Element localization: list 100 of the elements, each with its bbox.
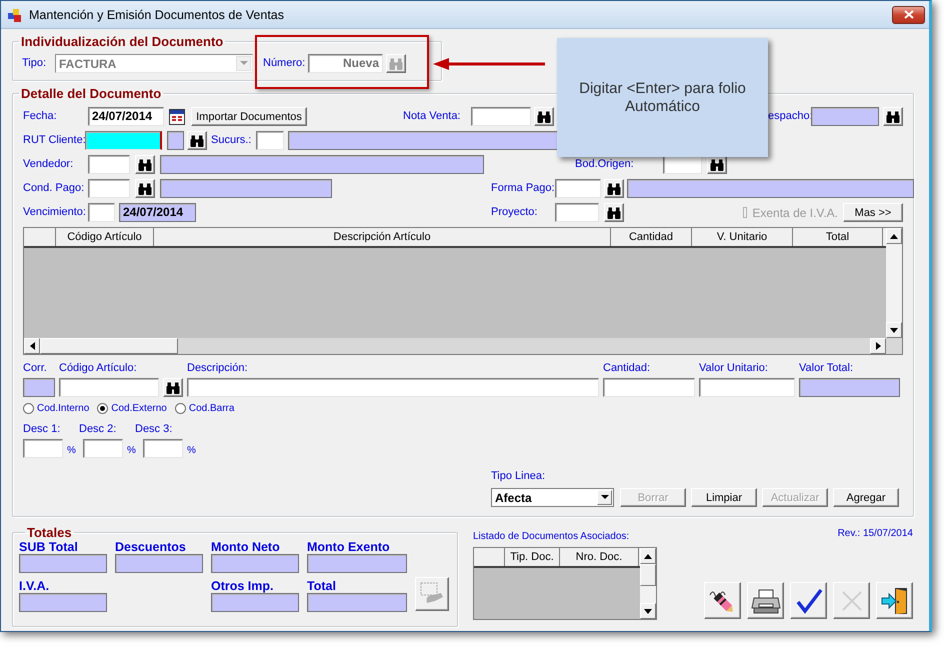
binoculars-icon [166,382,180,394]
close-icon [904,10,914,19]
window-title: Mantención y Emisión Documentos de Ventas [29,8,284,22]
up-arrow-icon [890,234,898,238]
input-field[interactable] [160,155,484,174]
field-label: Nota Venta: [403,109,462,124]
binoculars-icon [389,58,403,70]
group-title: Detalle del Documento [20,86,162,101]
input-field[interactable] [59,378,159,397]
binoculars-icon [138,182,152,194]
down-arrow-icon [644,608,652,614]
input-field[interactable] [85,131,162,150]
number-field[interactable]: Nueva [308,54,383,73]
binoculars-icon [537,110,551,122]
input-field[interactable] [83,439,123,458]
binoculars-icon [607,182,621,194]
calendar-button[interactable] [168,107,186,126]
input-field[interactable] [23,378,55,397]
input-field[interactable]: 24/07/2014 [119,203,196,222]
field-label: Cantidad: [603,361,652,376]
toolbar-button[interactable] [876,582,913,619]
list-title: Listado de Documentos Asociados: [473,531,630,544]
binoculars-icon [190,134,204,146]
total-label: Monto Neto [211,540,281,554]
lookup-button[interactable] [187,131,207,150]
input-field[interactable] [88,203,115,222]
field-label: Bod.Origen: [575,157,635,172]
binoculars-icon [710,158,724,170]
checkbox-label: Exenta de I.V.A. [752,206,838,220]
input-field[interactable] [603,378,695,397]
field-label: Valor Total: [799,361,854,376]
column-header: Tip. Doc. [505,548,560,566]
field-label: Desc 1: [23,422,62,437]
field-label: Código Artículo: [59,361,138,376]
radio-button[interactable] [23,402,34,414]
field-label: RUT Cliente: [23,133,84,148]
horizontal-scrollbar[interactable] [24,338,886,354]
line-type-dropdown[interactable]: Afecta [491,488,614,507]
field-label: Proyecto: [491,205,538,220]
input-field[interactable] [288,131,558,150]
input-field[interactable] [471,107,531,126]
radio-label: Cod.Barra [188,402,234,414]
total-label: Descuentos [115,540,187,554]
input-field[interactable] [23,439,63,458]
input-field[interactable] [167,131,184,150]
toolbar-button[interactable] [790,582,827,619]
lookup-button[interactable] [604,203,624,222]
calendar-icon [169,108,185,124]
field-label: Vencimiento: [23,205,85,220]
field-label: espacho: [768,109,810,124]
toolbar-button[interactable] [747,582,784,619]
input-field[interactable] [143,439,183,458]
command-button[interactable]: Importar Documentos [191,107,307,126]
command-button[interactable]: Limpiar [691,488,757,507]
input-field[interactable] [627,179,914,198]
radio-button[interactable] [174,402,186,414]
percent-label: % [67,444,77,458]
input-field[interactable] [799,378,900,397]
lookup-button[interactable] [163,378,183,397]
field-label: Valor Unitario: [699,361,769,376]
input-field[interactable]: 24/07/2014 [88,107,164,126]
input-field[interactable] [187,378,599,397]
radio-button[interactable] [97,402,108,414]
percent-label: % [187,444,197,458]
close-button[interactable] [892,6,925,24]
lookup-button[interactable] [135,179,155,198]
lookup-button[interactable] [604,179,624,198]
total-label: Total [307,579,337,593]
command-button[interactable]: Agregar [833,488,899,507]
down-arrow-icon [890,328,898,332]
total-label: Otros Imp. [211,579,275,593]
field-label: Número: [263,56,306,71]
input-field[interactable] [160,179,332,198]
right-arrow-icon [876,342,880,350]
input-field[interactable] [256,131,284,150]
field-label: Tipo: [22,56,48,71]
callout-tooltip: Digitar <Enter> para folio Automático [557,38,768,157]
input-field[interactable] [811,107,879,126]
toolbar-button[interactable] [704,582,741,619]
radio-label: Cod.Interno [37,402,90,414]
app-icon [7,6,23,22]
column-header: Nro. Doc. [560,548,639,566]
input-field[interactable] [555,179,601,198]
exit-door-icon [880,586,910,616]
lookup-button[interactable] [534,107,554,126]
field-label: Cond. Pago: [23,181,85,196]
vertical-scrollbar[interactable] [886,228,902,354]
total-label: SUB Total [19,540,79,554]
input-field[interactable] [555,203,599,222]
command-button[interactable]: Mas >> [843,203,903,222]
lookup-button[interactable] [883,107,903,126]
input-field[interactable] [88,155,130,174]
total-label: I.V.A. [19,579,50,593]
field-label: Vendedor: [23,157,74,172]
binoculars-icon [607,206,621,218]
input-field[interactable] [88,179,130,198]
vertical-scrollbar[interactable] [640,548,656,619]
lookup-button[interactable] [135,155,155,174]
binoculars-icon [138,158,152,170]
input-field[interactable] [699,378,795,397]
